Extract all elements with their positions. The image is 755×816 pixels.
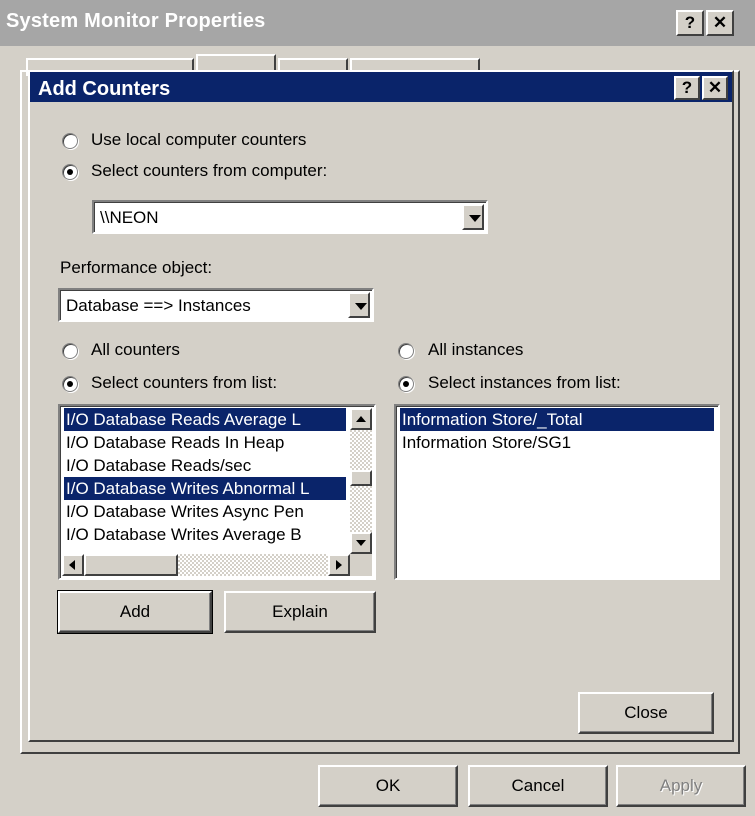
help-icon: ? <box>684 13 696 32</box>
list-item[interactable]: I/O Database Writes Average B <box>64 523 302 546</box>
select-counters-label: Select counters from list: <box>91 373 278 392</box>
dialog-title: Add Counters <box>38 78 171 100</box>
remote-counters-label: Select counters from computer: <box>91 161 328 180</box>
apply-button[interactable]: Apply <box>616 765 746 807</box>
arrow-down-icon <box>356 540 366 546</box>
dialog-close-button[interactable]: ✕ <box>702 76 728 100</box>
all-counters-label: All counters <box>91 340 180 359</box>
scroll-up-button[interactable] <box>350 408 372 430</box>
arrow-up-icon <box>356 416 366 422</box>
instances-list[interactable]: Information Store/_Total Information Sto… <box>394 404 720 580</box>
outer-help-button[interactable]: ? <box>676 10 704 36</box>
cancel-button[interactable]: Cancel <box>468 765 608 807</box>
explain-button[interactable]: Explain <box>224 591 376 633</box>
list-item[interactable]: I/O Database Reads Average L <box>64 408 346 431</box>
outer-close-button[interactable]: ✕ <box>706 10 734 36</box>
performance-object-value: Database ==> Instances <box>66 296 251 315</box>
computer-combobox[interactable]: \\NEON <box>92 200 488 234</box>
list-item[interactable]: I/O Database Reads/sec <box>64 454 251 477</box>
scrollbar-corner <box>350 554 372 576</box>
select-instances-label: Select instances from list: <box>428 373 621 392</box>
list-item[interactable]: I/O Database Writes Async Pen <box>64 500 304 523</box>
select-instances-radio[interactable] <box>398 376 414 392</box>
scroll-down-button[interactable] <box>350 532 372 554</box>
horizontal-scroll-thumb[interactable] <box>84 554 178 576</box>
dialog-help-button[interactable]: ? <box>674 76 700 100</box>
all-counters-radio[interactable] <box>62 343 78 359</box>
all-instances-radio[interactable] <box>398 343 414 359</box>
list-item[interactable]: Information Store/_Total <box>400 408 714 431</box>
counters-list[interactable]: I/O Database Reads Average L I/O Databas… <box>58 404 376 580</box>
performance-object-dropdown-button[interactable] <box>348 292 370 318</box>
ok-button[interactable]: OK <box>318 765 458 807</box>
close-icon: ✕ <box>712 13 728 32</box>
computer-value: \\NEON <box>100 208 159 227</box>
remote-counters-radio[interactable] <box>62 164 78 180</box>
close-icon: ✕ <box>707 78 723 97</box>
add-button[interactable]: Add <box>57 590 213 634</box>
help-icon: ? <box>681 78 693 97</box>
chevron-down-icon <box>355 303 367 310</box>
performance-object-combobox[interactable]: Database ==> Instances <box>58 288 374 322</box>
list-item[interactable]: I/O Database Writes Abnormal L <box>64 477 346 500</box>
list-item[interactable]: Information Store/SG1 <box>400 431 571 454</box>
arrow-right-icon <box>336 560 342 570</box>
close-button[interactable]: Close <box>578 692 714 734</box>
chevron-down-icon <box>469 215 481 222</box>
scroll-left-button[interactable] <box>62 554 84 576</box>
computer-dropdown-button[interactable] <box>462 204 484 230</box>
outer-window-title: System Monitor Properties <box>6 10 266 32</box>
arrow-left-icon <box>69 560 75 570</box>
select-counters-radio[interactable] <box>62 376 78 392</box>
local-counters-label: Use local computer counters <box>91 130 307 149</box>
vertical-scroll-thumb[interactable] <box>350 470 372 486</box>
scroll-right-button[interactable] <box>328 554 350 576</box>
local-counters-radio[interactable] <box>62 133 78 149</box>
performance-object-label: Performance object: <box>60 258 213 277</box>
list-item[interactable]: I/O Database Reads In Heap <box>64 431 284 454</box>
all-instances-label: All instances <box>428 340 524 359</box>
